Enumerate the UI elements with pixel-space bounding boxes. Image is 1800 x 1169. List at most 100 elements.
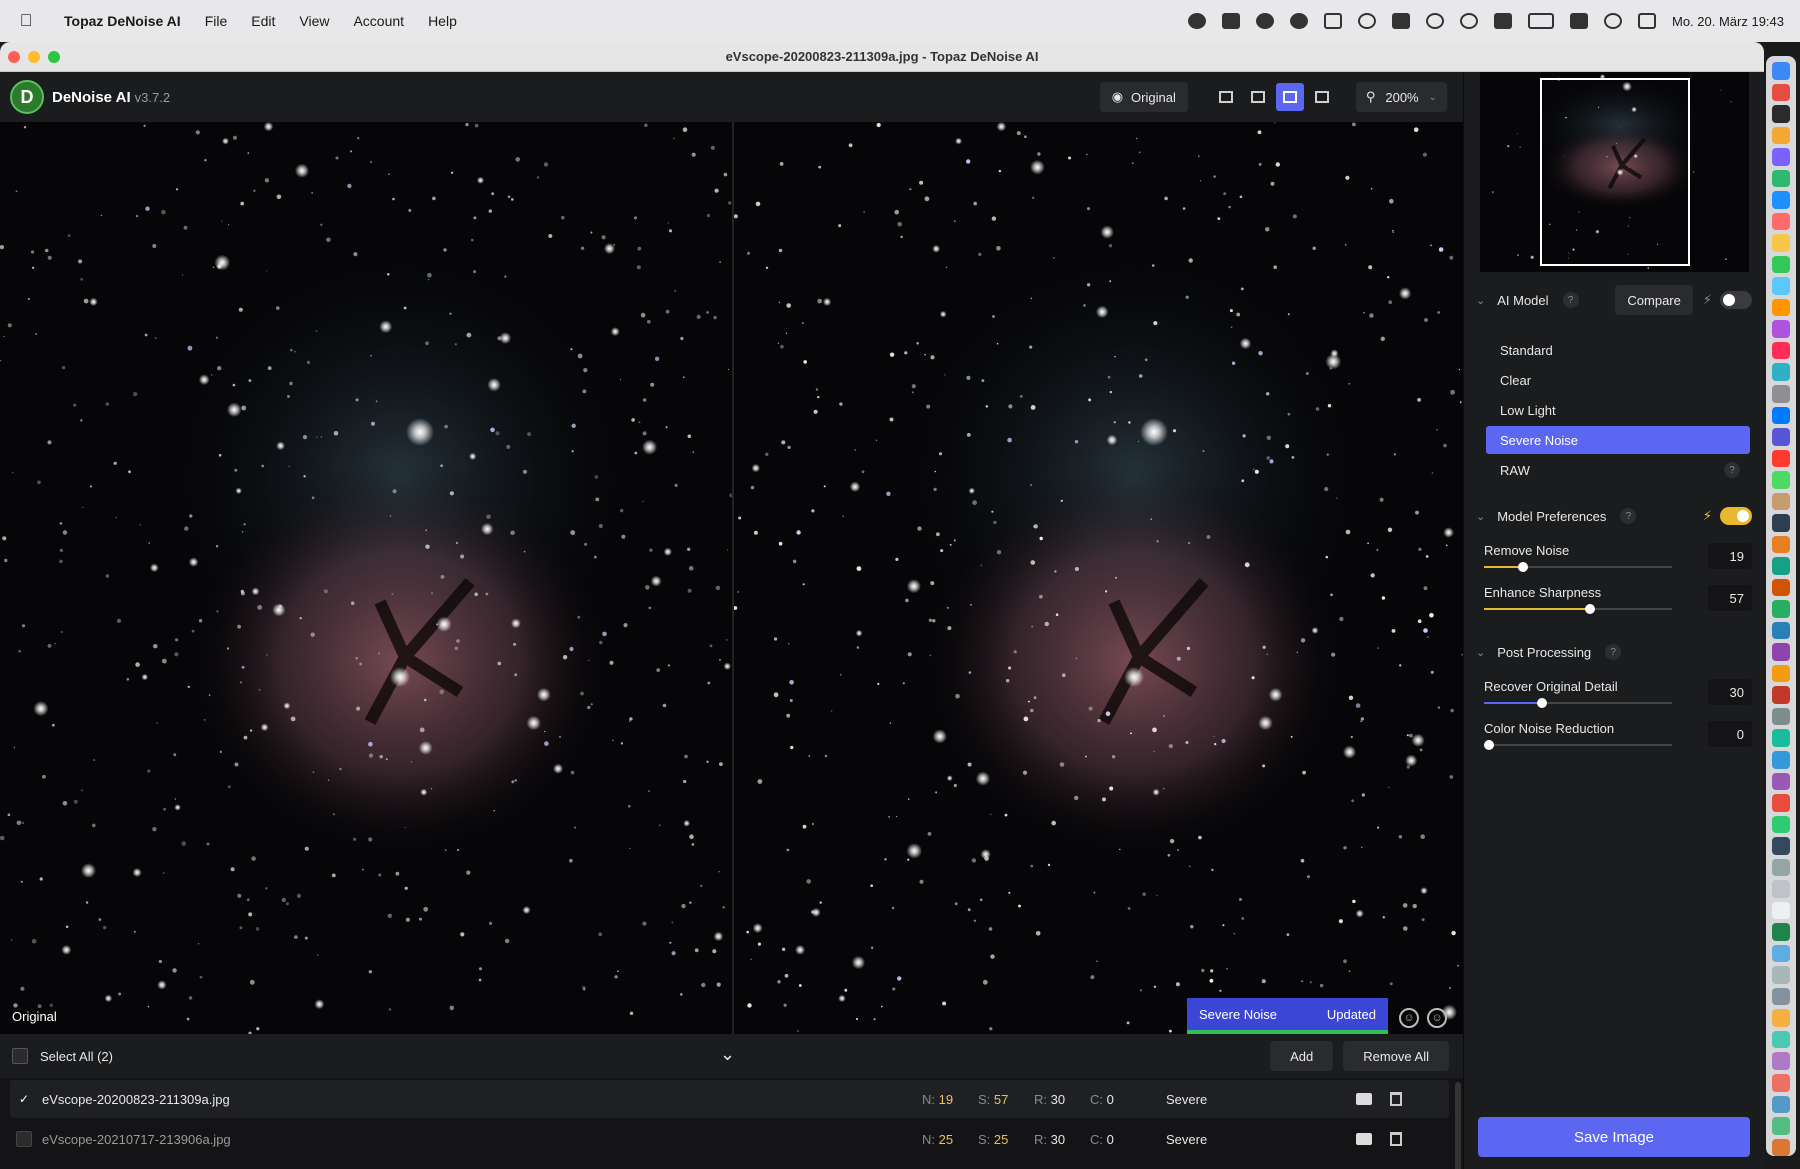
happy-face-icon[interactable]: ☺ xyxy=(1399,1008,1419,1028)
dock-app-icon[interactable] xyxy=(1772,621,1790,640)
time-machine-icon[interactable] xyxy=(1460,13,1478,29)
dock-app-icon[interactable] xyxy=(1772,1117,1790,1135)
trash-icon[interactable] xyxy=(1390,1092,1402,1106)
d-app-icon[interactable] xyxy=(1256,13,1274,29)
model-clear[interactable]: Clear xyxy=(1486,366,1750,394)
color-noise-handle[interactable] xyxy=(1484,740,1494,750)
chevron-down-icon[interactable]: ⌄ xyxy=(1476,510,1485,523)
close-window-button[interactable] xyxy=(8,50,20,63)
processed-image-panel[interactable] xyxy=(734,122,1463,1034)
dock-app-icon[interactable] xyxy=(1772,363,1790,381)
dock-app-icon[interactable] xyxy=(1772,1073,1790,1092)
dock-app-icon[interactable] xyxy=(1772,406,1790,425)
dock-app-icon[interactable] xyxy=(1772,384,1790,403)
password-icon[interactable] xyxy=(1358,13,1376,29)
help-icon[interactable]: ? xyxy=(1605,644,1622,660)
minimize-window-button[interactable] xyxy=(28,50,40,63)
grid-view-button[interactable] xyxy=(1308,83,1336,111)
remove-noise-slider[interactable] xyxy=(1484,562,1672,572)
dock-app-icon[interactable] xyxy=(1772,535,1790,554)
dock-app-icon[interactable] xyxy=(1772,966,1790,984)
original-toggle-button[interactable]: ◉ Original xyxy=(1099,82,1188,112)
model-preferences-header[interactable]: ⌄ Model Preferences ? ⚡ xyxy=(1464,496,1764,536)
image-viewer[interactable]: Original Severe Noise Updated ☺ ☺ xyxy=(0,122,1463,1034)
dock-app-icon[interactable] xyxy=(1772,471,1790,489)
camera-icon[interactable] xyxy=(1356,1093,1372,1105)
model-standard[interactable]: Standard xyxy=(1486,336,1750,364)
dock-app-icon[interactable] xyxy=(1772,772,1790,791)
zoom-dropdown[interactable]: ⚲ 200% ⌄ xyxy=(1355,82,1447,112)
dock-app-icon[interactable] xyxy=(1772,578,1790,597)
zoom-window-button[interactable] xyxy=(48,50,60,63)
dock-app-icon[interactable] xyxy=(1772,341,1790,360)
clock[interactable]: Mo. 20. März 19:43 xyxy=(1672,14,1784,29)
split-view-button[interactable] xyxy=(1244,83,1272,111)
dock-app-icon[interactable] xyxy=(1772,191,1790,209)
trash-icon[interactable] xyxy=(1390,1132,1402,1146)
color-noise-slider[interactable] xyxy=(1484,740,1672,750)
dock-app-icon[interactable] xyxy=(1772,212,1790,231)
dock-app-icon[interactable] xyxy=(1772,1052,1790,1070)
remove-noise-handle[interactable] xyxy=(1517,562,1528,572)
dock-app-icon[interactable] xyxy=(1772,858,1790,877)
help-icon[interactable]: ? xyxy=(1562,292,1579,308)
dock-app-icon[interactable] xyxy=(1772,255,1790,274)
camera-icon[interactable] xyxy=(1356,1133,1372,1145)
single-view-button[interactable] xyxy=(1212,83,1240,111)
side-by-side-view-button[interactable] xyxy=(1275,83,1304,111)
tools-icon[interactable] xyxy=(1392,13,1410,29)
menu-help[interactable]: Help xyxy=(416,13,469,29)
dock-app-icon[interactable] xyxy=(1772,169,1790,188)
dock-app-icon[interactable] xyxy=(1772,815,1790,834)
original-image-panel[interactable] xyxy=(0,122,732,1034)
save-image-button[interactable]: Save Image xyxy=(1478,1117,1750,1157)
color-noise-input[interactable]: 0 xyxy=(1708,721,1752,747)
file-checkbox[interactable] xyxy=(16,1131,32,1147)
dock-app-icon[interactable] xyxy=(1772,514,1790,532)
navigator-thumbnail[interactable] xyxy=(1480,72,1749,272)
file-row[interactable]: eVscope-20210717-213906a.jpg N: 25 S: 25… xyxy=(10,1120,1449,1158)
select-all-label[interactable]: Select All (2) xyxy=(40,1049,113,1064)
dock-app-icon[interactable] xyxy=(1772,707,1790,726)
auto-preferences-toggle[interactable] xyxy=(1720,507,1752,525)
collapse-chevron-icon[interactable]: ⌄ xyxy=(720,1044,735,1065)
dock-app-icon[interactable] xyxy=(1772,105,1790,123)
sync-icon[interactable] xyxy=(1426,13,1444,29)
post-processing-header[interactable]: ⌄ Post Processing ? xyxy=(1464,632,1764,672)
help-icon[interactable]: ? xyxy=(1724,462,1740,478)
neutral-face-icon[interactable]: ☺ xyxy=(1427,1008,1447,1028)
ai-model-header[interactable]: ⌄ AI Model ? Compare ⚡ xyxy=(1464,280,1764,320)
dock-app-icon[interactable] xyxy=(1772,557,1790,575)
enhance-sharpness-handle[interactable] xyxy=(1585,604,1596,614)
dock-app-icon[interactable] xyxy=(1772,428,1790,446)
recover-detail-input[interactable]: 30 xyxy=(1708,679,1752,705)
dock-app-icon[interactable] xyxy=(1772,901,1790,920)
dock-app-icon[interactable] xyxy=(1772,729,1790,747)
dock-app-icon[interactable] xyxy=(1772,944,1790,963)
add-button[interactable]: Add xyxy=(1270,1041,1334,1071)
model-raw[interactable]: RAW ? xyxy=(1486,456,1750,484)
compare-button[interactable]: Compare xyxy=(1615,285,1693,315)
file-row[interactable]: ✓ eVscope-20200823-211309a.jpg N: 19 S: … xyxy=(10,1080,1449,1118)
robot-icon[interactable] xyxy=(1290,13,1308,29)
dock-app-icon[interactable] xyxy=(1772,126,1790,145)
dock-app-icon[interactable] xyxy=(1772,62,1790,80)
chevron-down-icon[interactable]: ⌄ xyxy=(1476,294,1485,307)
dock-app-icon[interactable] xyxy=(1772,320,1790,338)
remove-all-button[interactable]: Remove All xyxy=(1343,1041,1449,1071)
hex-app-icon[interactable] xyxy=(1188,13,1206,29)
bluetooth-icon[interactable] xyxy=(1494,13,1512,29)
dock-app-icon[interactable] xyxy=(1772,643,1790,661)
model-severe-noise[interactable]: Severe Noise xyxy=(1486,426,1750,454)
dock-app-icon[interactable] xyxy=(1772,686,1790,704)
remove-noise-input[interactable]: 19 xyxy=(1708,543,1752,569)
menu-account[interactable]: Account xyxy=(341,13,416,29)
recover-detail-slider[interactable] xyxy=(1484,698,1672,708)
dock-app-icon[interactable] xyxy=(1772,751,1790,769)
menu-view[interactable]: View xyxy=(287,13,341,29)
dock-app-icon[interactable] xyxy=(1772,600,1790,618)
menu-file[interactable]: File xyxy=(193,13,240,29)
dock-app-icon[interactable] xyxy=(1772,923,1790,941)
dock-app-icon[interactable] xyxy=(1772,1030,1790,1049)
menu-app-name[interactable]: Topaz DeNoise AI xyxy=(52,13,193,29)
